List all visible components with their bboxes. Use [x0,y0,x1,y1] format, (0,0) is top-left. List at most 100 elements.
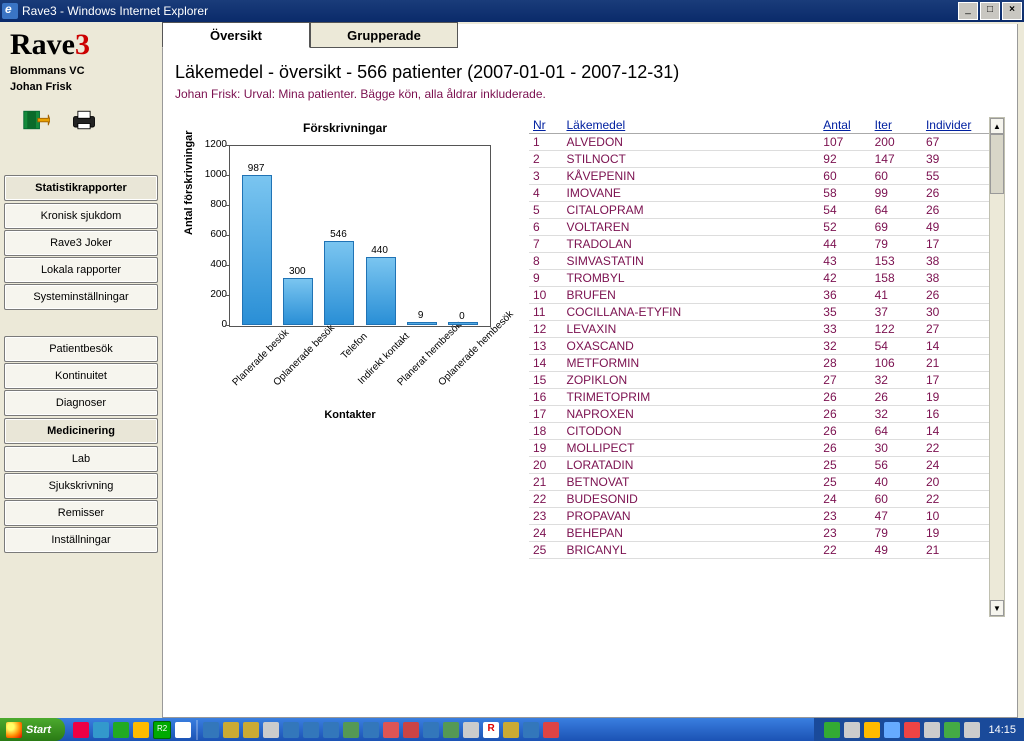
col-individer[interactable]: Individer [922,117,989,134]
y-tick: 200 [201,289,227,300]
taskbar-icon[interactable] [283,722,299,738]
table-row[interactable]: 22BUDESONID246022 [529,491,989,508]
tray-icon[interactable] [964,722,980,738]
bar-value-label: 987 [236,163,276,174]
nav-kontinuitet[interactable]: Kontinuitet [4,363,158,389]
table-row[interactable]: 19MOLLIPECT263022 [529,440,989,457]
taskbar-icon[interactable] [423,722,439,738]
tab-grupperade[interactable]: Grupperade [310,22,458,48]
taskbar-icon[interactable] [363,722,379,738]
tray-icon[interactable] [824,722,840,738]
table-row[interactable]: 18CITODON266414 [529,423,989,440]
scroll-down-button[interactable]: ▼ [990,600,1004,616]
taskbar-icon[interactable] [175,722,191,738]
col-antal[interactable]: Antal [819,117,870,134]
start-button[interactable]: Start [0,718,65,741]
nav-kronisk-sjukdom[interactable]: Kronisk sjukdom [4,203,158,229]
taskbar-icon[interactable] [243,722,259,738]
table-row[interactable]: 24BEHEPAN237919 [529,525,989,542]
bar [324,241,354,325]
sidebar: Rave3 Blommans VC Johan Frisk Statistikr… [0,22,162,718]
table-row[interactable]: 11COCILLANA-ETYFIN353730 [529,304,989,321]
windows-taskbar: Start R2 R 14:15 [0,718,1024,741]
exit-icon[interactable] [22,108,50,132]
nav-systeminställningar[interactable]: Systeminställningar [4,284,158,310]
bar-value-label: 0 [442,311,482,322]
y-tick: 800 [201,199,227,210]
table-row[interactable]: 17NAPROXEN263216 [529,406,989,423]
taskbar-app-icon[interactable]: R2 [153,721,171,739]
bar-value-label: 440 [360,245,400,256]
tray-icon[interactable] [844,722,860,738]
nav-rave3-joker[interactable]: Rave3 Joker [4,230,158,256]
taskbar-icon[interactable] [503,722,519,738]
bar-value-label: 300 [277,266,317,277]
tray-icon[interactable] [864,722,880,738]
taskbar-app-icon[interactable]: R [483,722,499,738]
table-row[interactable]: 21BETNOVAT254020 [529,474,989,491]
taskbar-icon[interactable] [323,722,339,738]
tab-oversikt[interactable]: Översikt [162,22,310,48]
taskbar-icon[interactable] [443,722,459,738]
bar [407,322,437,325]
nav-medicinering[interactable]: Medicinering [4,418,158,444]
table-row[interactable]: 13OXASCAND325414 [529,338,989,355]
taskbar-icon[interactable] [463,722,479,738]
y-axis-label: Antal förskrivningar [183,130,195,235]
table-scrollbar[interactable]: ▲ ▼ [989,117,1005,617]
col-nr[interactable]: Nr [529,117,562,134]
main-panel: Översikt Grupperade Läkemedel - översikt… [162,24,1018,718]
table-row[interactable]: 6VOLTAREN526949 [529,219,989,236]
table-row[interactable]: 2STILNOCT9214739 [529,151,989,168]
nav-lokala-rapporter[interactable]: Lokala rapporter [4,257,158,283]
taskbar-icon[interactable] [93,722,109,738]
minimize-button[interactable]: _ [958,2,978,20]
nav-inställningar[interactable]: Inställningar [4,527,158,553]
taskbar-icon[interactable] [73,722,89,738]
table-row[interactable]: 12LEVAXIN3312227 [529,321,989,338]
nav-lab[interactable]: Lab [4,446,158,472]
table-row[interactable]: 20LORATADIN255624 [529,457,989,474]
table-row[interactable]: 16TRIMETOPRIM262619 [529,389,989,406]
scroll-up-button[interactable]: ▲ [990,118,1004,134]
nav-statistik-head[interactable]: Statistikrapporter [4,175,158,201]
table-row[interactable]: 9TROMBYL4215838 [529,270,989,287]
nav-patientbesök[interactable]: Patientbesök [4,336,158,362]
taskbar-icon[interactable] [133,722,149,738]
table-row[interactable]: 10BRUFEN364126 [529,287,989,304]
close-button[interactable]: × [1002,2,1022,20]
tray-icon[interactable] [884,722,900,738]
nav-diagnoser[interactable]: Diagnoser [4,390,158,416]
tray-icon[interactable] [904,722,920,738]
table-row[interactable]: 3KÅVEPENIN606055 [529,168,989,185]
col-iter[interactable]: Iter [871,117,922,134]
taskbar-icon[interactable] [203,722,219,738]
taskbar-icon[interactable] [383,722,399,738]
taskbar-icon[interactable] [543,722,559,738]
taskbar-icon[interactable] [523,722,539,738]
maximize-button[interactable]: □ [980,2,1000,20]
taskbar-icon[interactable] [113,722,129,738]
taskbar-icon[interactable] [403,722,419,738]
tray-icon[interactable] [924,722,940,738]
table-row[interactable]: 5CITALOPRAM546426 [529,202,989,219]
taskbar-icon[interactable] [343,722,359,738]
taskbar-icon[interactable] [303,722,319,738]
table-row[interactable]: 8SIMVASTATIN4315338 [529,253,989,270]
table-row[interactable]: 4IMOVANE589926 [529,185,989,202]
table-row[interactable]: 23PROPAVAN234710 [529,508,989,525]
table-row[interactable]: 14METFORMIN2810621 [529,355,989,372]
nav-remisser[interactable]: Remisser [4,500,158,526]
taskbar-icon[interactable] [223,722,239,738]
system-tray: 14:15 [814,718,1024,741]
print-icon[interactable] [70,108,98,132]
table-row[interactable]: 25BRICANYL224921 [529,542,989,559]
scroll-thumb[interactable] [990,134,1004,194]
table-row[interactable]: 1ALVEDON10720067 [529,134,989,151]
table-row[interactable]: 7TRADOLAN447917 [529,236,989,253]
taskbar-icon[interactable] [263,722,279,738]
tray-icon[interactable] [944,722,960,738]
table-row[interactable]: 15ZOPIKLON273217 [529,372,989,389]
nav-sjukskrivning[interactable]: Sjukskrivning [4,473,158,499]
col-lakemedel[interactable]: Läkemedel [562,117,819,134]
